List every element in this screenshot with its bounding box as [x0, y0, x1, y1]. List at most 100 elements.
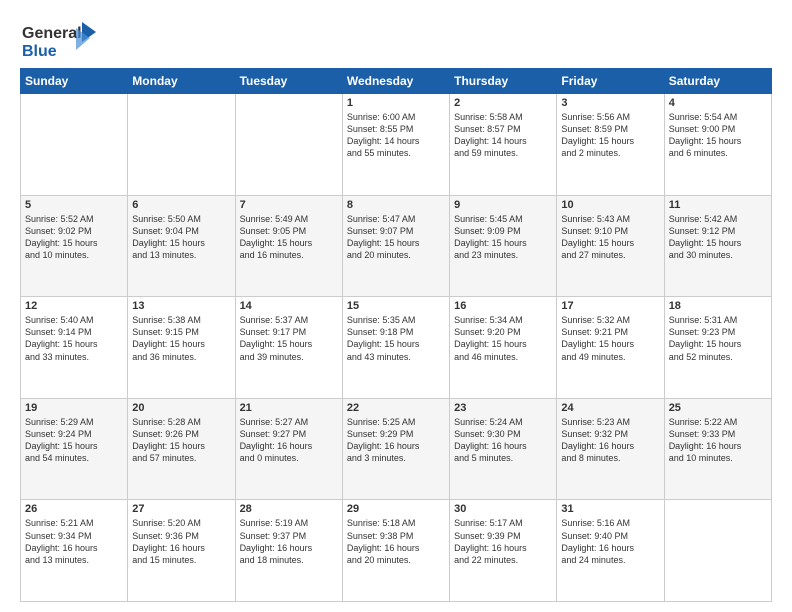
- calendar-cell: 3Sunrise: 5:56 AMSunset: 8:59 PMDaylight…: [557, 94, 664, 196]
- day-number: 18: [669, 300, 767, 312]
- cell-info: Sunrise: 5:24 AM: [454, 416, 552, 428]
- cell-info: and 27 minutes.: [561, 249, 659, 261]
- cell-info: Sunset: 9:26 PM: [132, 428, 230, 440]
- cell-info: Daylight: 16 hours: [561, 542, 659, 554]
- cell-info: Sunrise: 5:42 AM: [669, 213, 767, 225]
- calendar-cell: 20Sunrise: 5:28 AMSunset: 9:26 PMDayligh…: [128, 398, 235, 500]
- cell-info: Sunset: 9:10 PM: [561, 225, 659, 237]
- calendar-day-header: Friday: [557, 69, 664, 94]
- cell-info: and 23 minutes.: [454, 249, 552, 261]
- calendar-cell: [235, 94, 342, 196]
- cell-info: Daylight: 15 hours: [25, 237, 123, 249]
- calendar-cell: 14Sunrise: 5:37 AMSunset: 9:17 PMDayligh…: [235, 297, 342, 399]
- cell-info: Sunset: 9:36 PM: [132, 530, 230, 542]
- cell-info: Daylight: 16 hours: [132, 542, 230, 554]
- cell-info: and 24 minutes.: [561, 554, 659, 566]
- page: GeneralBlue SundayMondayTuesdayWednesday…: [0, 0, 792, 612]
- cell-info: Sunset: 9:39 PM: [454, 530, 552, 542]
- cell-info: Sunrise: 5:52 AM: [25, 213, 123, 225]
- cell-info: and 54 minutes.: [25, 452, 123, 464]
- cell-info: Sunrise: 5:40 AM: [25, 314, 123, 326]
- cell-info: Sunset: 9:02 PM: [25, 225, 123, 237]
- cell-info: and 33 minutes.: [25, 351, 123, 363]
- cell-info: Daylight: 15 hours: [561, 237, 659, 249]
- cell-info: Sunrise: 5:20 AM: [132, 517, 230, 529]
- cell-info: Daylight: 16 hours: [561, 440, 659, 452]
- cell-info: Sunset: 9:32 PM: [561, 428, 659, 440]
- cell-info: and 13 minutes.: [25, 554, 123, 566]
- day-number: 22: [347, 402, 445, 414]
- cell-info: and 43 minutes.: [347, 351, 445, 363]
- cell-info: Sunset: 9:29 PM: [347, 428, 445, 440]
- cell-info: Sunset: 9:07 PM: [347, 225, 445, 237]
- day-number: 21: [240, 402, 338, 414]
- day-number: 14: [240, 300, 338, 312]
- cell-info: and 5 minutes.: [454, 452, 552, 464]
- cell-info: Daylight: 15 hours: [347, 237, 445, 249]
- calendar-cell: 6Sunrise: 5:50 AMSunset: 9:04 PMDaylight…: [128, 195, 235, 297]
- cell-info: and 22 minutes.: [454, 554, 552, 566]
- cell-info: Sunrise: 5:38 AM: [132, 314, 230, 326]
- cell-info: and 8 minutes.: [561, 452, 659, 464]
- calendar-cell: 10Sunrise: 5:43 AMSunset: 9:10 PMDayligh…: [557, 195, 664, 297]
- cell-info: Sunset: 9:33 PM: [669, 428, 767, 440]
- cell-info: Daylight: 15 hours: [454, 338, 552, 350]
- logo-svg: GeneralBlue: [20, 20, 100, 60]
- day-number: 13: [132, 300, 230, 312]
- cell-info: Sunrise: 6:00 AM: [347, 111, 445, 123]
- cell-info: and 52 minutes.: [669, 351, 767, 363]
- day-number: 1: [347, 97, 445, 109]
- cell-info: and 13 minutes.: [132, 249, 230, 261]
- day-number: 9: [454, 199, 552, 211]
- day-number: 12: [25, 300, 123, 312]
- cell-info: Sunset: 8:55 PM: [347, 123, 445, 135]
- day-number: 24: [561, 402, 659, 414]
- calendar-cell: 5 Sunrise: 5:52 AMSunset: 9:02 PMDaylight…: [21, 195, 128, 297]
- cell-info: Daylight: 15 hours: [132, 237, 230, 249]
- calendar-cell: [128, 94, 235, 196]
- day-number: 17: [561, 300, 659, 312]
- cell-info: Sunset: 9:14 PM: [25, 326, 123, 338]
- cell-info: Sunset: 9:00 PM: [669, 123, 767, 135]
- calendar-cell: 7Sunrise: 5:49 AMSunset: 9:05 PMDaylight…: [235, 195, 342, 297]
- cell-info: Daylight: 16 hours: [347, 440, 445, 452]
- day-number: 10: [561, 199, 659, 211]
- calendar-cell: 12Sunrise: 5:40 AMSunset: 9:14 PMDayligh…: [21, 297, 128, 399]
- calendar-cell: 8Sunrise: 5:47 AMSunset: 9:07 PMDaylight…: [342, 195, 449, 297]
- day-number: 27: [132, 503, 230, 515]
- day-number: 7: [240, 199, 338, 211]
- day-number: 5: [25, 199, 123, 211]
- cell-info: and 3 minutes.: [347, 452, 445, 464]
- header: GeneralBlue: [20, 20, 772, 60]
- calendar-cell: 16Sunrise: 5:34 AMSunset: 9:20 PMDayligh…: [450, 297, 557, 399]
- cell-info: and 46 minutes.: [454, 351, 552, 363]
- cell-info: and 2 minutes.: [561, 147, 659, 159]
- cell-info: Sunrise: 5:27 AM: [240, 416, 338, 428]
- cell-info: Sunrise: 5:32 AM: [561, 314, 659, 326]
- cell-info: Sunrise: 5:49 AM: [240, 213, 338, 225]
- cell-info: Sunrise: 5:18 AM: [347, 517, 445, 529]
- cell-info: and 36 minutes.: [132, 351, 230, 363]
- calendar-cell: 13Sunrise: 5:38 AMSunset: 9:15 PMDayligh…: [128, 297, 235, 399]
- day-number: 15: [347, 300, 445, 312]
- cell-info: Sunrise: 5:28 AM: [132, 416, 230, 428]
- cell-info: Sunset: 9:30 PM: [454, 428, 552, 440]
- cell-info: and 15 minutes.: [132, 554, 230, 566]
- cell-info: Daylight: 16 hours: [454, 440, 552, 452]
- cell-info: Sunrise: 5:23 AM: [561, 416, 659, 428]
- cell-info: Daylight: 15 hours: [454, 237, 552, 249]
- calendar-cell: 4Sunrise: 5:54 AMSunset: 9:00 PMDaylight…: [664, 94, 771, 196]
- day-number: 20: [132, 402, 230, 414]
- cell-info: Sunrise: 5:31 AM: [669, 314, 767, 326]
- day-number: 30: [454, 503, 552, 515]
- cell-info: Sunrise: 5:22 AM: [669, 416, 767, 428]
- cell-info: Sunset: 9:38 PM: [347, 530, 445, 542]
- calendar-day-header: Sunday: [21, 69, 128, 94]
- cell-info: Sunrise: 5:35 AM: [347, 314, 445, 326]
- svg-text:General: General: [22, 25, 82, 42]
- calendar-cell: 2Sunrise: 5:58 AMSunset: 8:57 PMDaylight…: [450, 94, 557, 196]
- cell-info: Daylight: 15 hours: [240, 338, 338, 350]
- calendar-cell: 15Sunrise: 5:35 AMSunset: 9:18 PMDayligh…: [342, 297, 449, 399]
- cell-info: and 10 minutes.: [25, 249, 123, 261]
- calendar-cell: 11Sunrise: 5:42 AMSunset: 9:12 PMDayligh…: [664, 195, 771, 297]
